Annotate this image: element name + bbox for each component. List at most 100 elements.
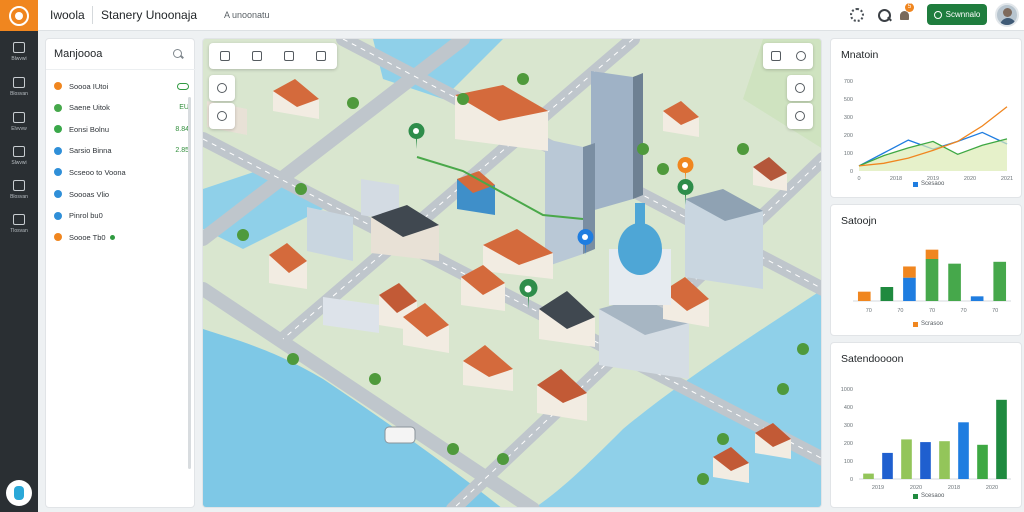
chart-card-bottom: Satendoooon 0 100 200 300 400 1000 2019 2020 201… (830, 342, 1022, 508)
help-icon[interactable] (6, 480, 32, 506)
rail-item[interactable]: Tlosvan (0, 214, 38, 234)
notification-badge: 5 (905, 3, 914, 12)
y-tick-label: 1000 (841, 387, 853, 393)
legend-label: Scesaoo (921, 181, 945, 187)
bar (958, 422, 969, 479)
x-tick-label: 2018 (948, 485, 960, 491)
layer-label: Soooa IUtoi (69, 81, 109, 91)
layers-tool-icon[interactable] (316, 51, 326, 61)
fullscreen-icon[interactable] (770, 51, 781, 61)
layer-item[interactable]: Pinrol bu0 (54, 209, 189, 223)
primary-action-label: Scwnnalo (945, 10, 981, 19)
rail-item[interactable]: Slwvwi (0, 146, 38, 166)
bar (993, 261, 1007, 301)
y-tick-label: 300 (844, 423, 853, 429)
home-icon (13, 42, 25, 53)
bar-segment (925, 249, 939, 259)
layer-item[interactable]: Soooa IUtoi (54, 79, 189, 93)
locate-icon[interactable] (795, 51, 806, 61)
user-avatar[interactable] (995, 3, 1019, 27)
select-tool-icon[interactable] (220, 51, 230, 61)
layer-color-icon (54, 103, 62, 112)
map-actions (763, 43, 813, 69)
search-icon[interactable] (877, 8, 891, 22)
panel-scrollbar[interactable] (188, 97, 191, 469)
x-tick-label: 2020 (910, 485, 922, 491)
y-tick-label: 700 (844, 79, 853, 85)
layer-color-icon (54, 125, 62, 134)
title-divider (92, 6, 93, 24)
layer-item[interactable]: Soooe Tb0 (54, 230, 189, 244)
recenter-button[interactable] (787, 103, 813, 129)
bar (925, 259, 939, 301)
city-map[interactable] (202, 38, 822, 508)
rail-item[interactable]: Blosvan (0, 77, 38, 97)
rail-item[interactable]: Blosvan (0, 180, 38, 200)
layer-color-icon (54, 211, 62, 220)
bar (920, 442, 931, 479)
isometric-city-illustration (203, 39, 821, 507)
x-tick-label: 2021 (1001, 176, 1013, 182)
layer-label: Soooe Tb0 (69, 232, 106, 242)
compass-icon (795, 83, 805, 93)
pan-tool-icon[interactable] (252, 51, 262, 61)
layer-toggle[interactable] (177, 82, 189, 90)
breadcrumb[interactable]: A unoonatu (224, 10, 270, 20)
zoom-button[interactable] (209, 75, 235, 101)
info-button[interactable] (209, 103, 235, 129)
rail-item-label: Elvvvw (11, 126, 27, 132)
layer-item[interactable]: Soooas Vlio (54, 187, 189, 201)
panel-title: Manjoooa (54, 48, 103, 60)
x-tick-label: 2020 (986, 485, 998, 491)
settings-gear-icon[interactable] (850, 8, 864, 22)
rail-item-label: Blosvan (10, 91, 28, 97)
recenter-icon (795, 111, 805, 121)
panel-search-icon[interactable] (173, 49, 184, 60)
layer-label: Saene Uitok (69, 103, 110, 113)
y-tick-label: 200 (844, 441, 853, 447)
legend-label: Scrasoo (921, 321, 944, 327)
primary-action-button[interactable]: Scwnnalo (927, 4, 987, 25)
bar (863, 473, 874, 479)
bar-chart: 0 100 200 300 400 1000 2019 2020 2018 2020 (841, 387, 1011, 491)
x-tick-label: 2020 (964, 176, 976, 182)
y-tick-label: 100 (844, 459, 853, 465)
rail-item[interactable]: Elvvvw (0, 112, 38, 132)
layer-value: 8.84 (175, 125, 189, 133)
rail-item-label: Blosvan (10, 194, 28, 200)
layer-item[interactable]: Saene Uitok EU (54, 101, 189, 115)
map-toolbar (209, 43, 337, 69)
nav-rail: Blwvwi Blosvan Elvvvw Slwvwi Blosvan Tlosvan (0, 0, 38, 512)
rail-item-label: Blwvwi (11, 56, 27, 62)
y-tick-label: 200 (844, 133, 853, 139)
layer-color-icon (54, 233, 62, 242)
layer-color-icon (54, 146, 62, 155)
bar-chart: 70 70 70 70 70 (853, 249, 1011, 314)
measure-tool-icon[interactable] (284, 51, 294, 61)
layer-item[interactable]: Eonsi Bolnu 8.84 (54, 122, 189, 136)
bar (977, 444, 988, 479)
compass-button[interactable] (787, 75, 813, 101)
bar (880, 287, 894, 301)
y-tick-label: 400 (844, 405, 853, 411)
capitol-dome (609, 203, 671, 305)
x-tick-label: 70 (929, 308, 935, 314)
x-tick-label: 0 (857, 176, 860, 182)
x-tick-label: 2018 (890, 176, 902, 182)
layer-value: 2.85 (175, 147, 189, 155)
chart-icon (13, 112, 25, 123)
car (384, 426, 416, 444)
rail-item-label: Tlosvan (10, 228, 28, 234)
calendar-icon (13, 77, 25, 88)
layer-label: Sarsio Binna (69, 146, 112, 156)
area-chart: 01002003005007000 2018 2019 2020 2021 (844, 79, 1013, 182)
layer-label: Pinrol bu0 (69, 211, 103, 221)
layer-item[interactable]: Sarsio Binna 2.85 (54, 144, 189, 158)
layer-item[interactable]: Scseoo to Voona (54, 165, 189, 179)
rail-item[interactable]: Blwvwi (0, 42, 38, 62)
bar (901, 439, 912, 479)
app-logo-icon[interactable] (0, 0, 38, 31)
bar (948, 263, 961, 301)
layer-color-icon (54, 168, 62, 177)
info-icon (217, 111, 227, 121)
